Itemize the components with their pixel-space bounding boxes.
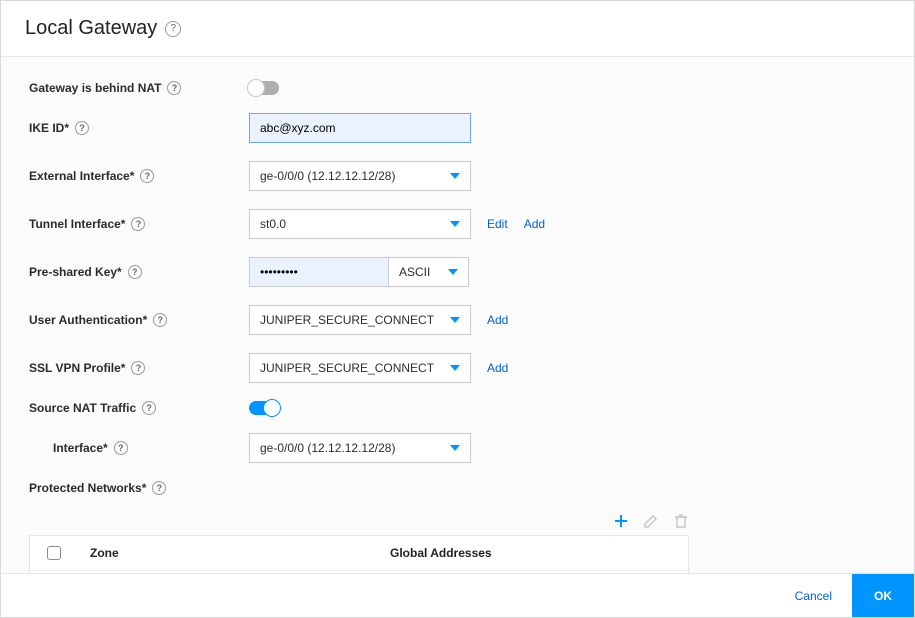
label-text: Gateway is behind NAT [29,81,161,95]
interface-select[interactable]: ge-0/0/0 (12.12.12.12/28) [249,433,471,463]
label-user-auth: User Authentication* ? [29,313,249,327]
help-icon[interactable]: ? [142,401,156,415]
row-user-auth: User Authentication* ? JUNIPER_SECURE_CO… [29,305,886,335]
label-text: SSL VPN Profile* [29,361,125,375]
label-text: Source NAT Traffic [29,401,136,415]
user-auth-add-link[interactable]: Add [487,313,508,327]
select-value: ASCII [399,265,430,279]
ssl-vpn-add-link[interactable]: Add [487,361,508,375]
label-text: External Interface* [29,169,134,183]
label-ssl-vpn: SSL VPN Profile* ? [29,361,249,375]
chevron-down-icon [450,445,460,451]
cancel-button[interactable]: Cancel [775,574,852,617]
help-icon[interactable]: ? [131,217,145,231]
modal-header: Local Gateway ? [1,1,914,57]
label-text: Pre-shared Key* [29,265,122,279]
external-interface-select[interactable]: ge-0/0/0 (12.12.12.12/28) [249,161,471,191]
table-header-row: Zone Global Addresses [30,536,688,571]
ok-button[interactable]: OK [852,574,914,617]
row-ike-id: IKE ID* ? [29,113,886,143]
help-icon[interactable]: ? [140,169,154,183]
label-text: Interface* [53,441,108,455]
label-external-interface: External Interface* ? [29,169,249,183]
user-auth-select[interactable]: JUNIPER_SECURE_CONNECT [249,305,471,335]
help-icon[interactable]: ? [128,265,142,279]
toggle-knob [263,399,281,417]
label-text: Tunnel Interface* [29,217,125,231]
label-tunnel-interface: Tunnel Interface* ? [29,217,249,231]
row-tunnel-interface: Tunnel Interface* ? st0.0 Edit Add [29,209,886,239]
tunnel-add-link[interactable]: Add [524,217,545,231]
help-icon[interactable]: ? [75,121,89,135]
row-source-nat: Source NAT Traffic ? [29,401,886,415]
label-ike-id: IKE ID* ? [29,121,249,135]
source-nat-toggle[interactable] [249,401,279,415]
label-text: User Authentication* [29,313,147,327]
psk-encoding-select[interactable]: ASCII [389,257,469,287]
label-interface: Interface* ? [29,441,249,455]
add-icon[interactable] [613,513,629,529]
protected-networks-table: Zone Global Addresses trust Internal 1 i… [29,535,689,573]
row-gateway-behind-nat: Gateway is behind NAT ? [29,81,886,95]
select-value: ge-0/0/0 (12.12.12.12/28) [260,441,395,455]
toggle-knob [247,79,265,97]
label-gateway-behind-nat: Gateway is behind NAT ? [29,81,249,95]
chevron-down-icon [450,221,460,227]
chevron-down-icon [448,269,458,275]
label-protected-networks: Protected Networks* ? [29,481,249,495]
label-text: IKE ID* [29,121,69,135]
row-ssl-vpn: SSL VPN Profile* ? JUNIPER_SECURE_CONNEC… [29,353,886,383]
col-header-zone: Zone [78,536,378,570]
help-icon[interactable]: ? [165,21,181,37]
help-icon[interactable]: ? [152,481,166,495]
col-header-global: Global Addresses [378,536,688,570]
local-gateway-modal: Local Gateway ? Gateway is behind NAT ? … [0,0,915,618]
modal-footer: Cancel OK [1,573,914,617]
row-psk: Pre-shared Key* ? ASCII [29,257,886,287]
help-icon[interactable]: ? [167,81,181,95]
label-source-nat: Source NAT Traffic ? [29,401,249,415]
page-title: Local Gateway [25,17,157,40]
psk-group: ASCII [249,257,469,287]
gateway-behind-nat-toggle[interactable] [249,81,279,95]
select-value: ge-0/0/0 (12.12.12.12/28) [260,169,395,183]
label-text: Protected Networks* [29,481,146,495]
select-value: JUNIPER_SECURE_CONNECT [260,361,434,375]
select-all-checkbox[interactable] [47,546,61,560]
row-interface: Interface* ? ge-0/0/0 (12.12.12.12/28) [29,433,886,463]
label-psk: Pre-shared Key* ? [29,265,249,279]
modal-body[interactable]: Gateway is behind NAT ? IKE ID* ? Extern… [1,57,914,573]
psk-input[interactable] [249,257,389,287]
select-value: JUNIPER_SECURE_CONNECT [260,313,434,327]
chevron-down-icon [450,173,460,179]
ike-id-input[interactable] [249,113,471,143]
select-value: st0.0 [260,217,286,231]
tunnel-edit-link[interactable]: Edit [487,217,508,231]
row-external-interface: External Interface* ? ge-0/0/0 (12.12.12… [29,161,886,191]
chevron-down-icon [450,365,460,371]
help-icon[interactable]: ? [114,441,128,455]
help-icon[interactable]: ? [131,361,145,375]
ssl-vpn-select[interactable]: JUNIPER_SECURE_CONNECT [249,353,471,383]
row-protected-networks-label: Protected Networks* ? [29,481,886,495]
help-icon[interactable]: ? [153,313,167,327]
edit-icon [643,513,659,529]
chevron-down-icon [450,317,460,323]
delete-icon [673,513,689,529]
tunnel-interface-select[interactable]: st0.0 [249,209,471,239]
protected-networks-toolbar [29,513,689,529]
